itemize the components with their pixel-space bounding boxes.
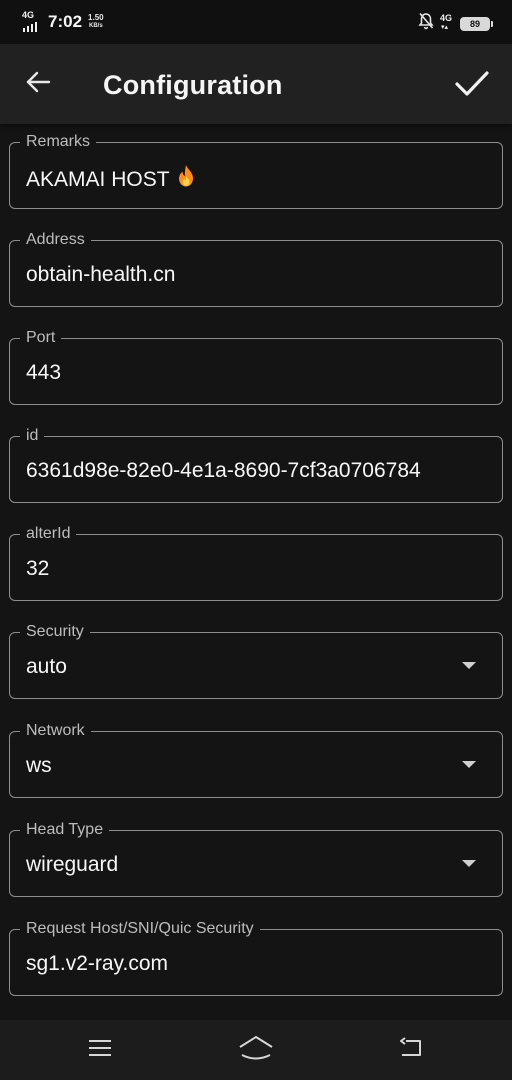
page-title: Configuration xyxy=(103,70,283,100)
network-speed: 1.50 KB/s xyxy=(88,14,104,30)
id-label: id xyxy=(20,427,45,445)
request-host-field[interactable]: Request Host/SNI/Quic Security sg1.v2-ra… xyxy=(9,920,503,996)
alter-id-label: alterId xyxy=(20,525,77,543)
network-speed-value: 1.50 xyxy=(88,13,104,22)
network-type-label: 4G xyxy=(22,10,35,20)
alter-id-input[interactable]: 32 xyxy=(26,556,49,582)
network-select[interactable]: Network ws xyxy=(9,722,503,798)
dropdown-arrow-icon[interactable] xyxy=(462,761,476,768)
port-input[interactable]: 443 xyxy=(26,360,61,386)
id-field[interactable]: id 6361d98e-82e0-4e1a-8690-7cf3a0706784 xyxy=(9,427,503,503)
id-input[interactable]: 6361d98e-82e0-4e1a-8690-7cf3a0706784 xyxy=(26,458,421,484)
head-type-value: wireguard xyxy=(26,853,119,876)
remarks-label: Remarks xyxy=(20,133,97,151)
navigation-bar xyxy=(0,1020,512,1080)
port-field[interactable]: Port 443 xyxy=(9,329,503,405)
system-back-button[interactable] xyxy=(392,1032,432,1068)
back-button[interactable] xyxy=(20,66,56,102)
head-type-select[interactable]: Head Type wireguard xyxy=(9,821,503,897)
back-icon xyxy=(398,1036,426,1064)
remarks-value: AKAMAI HOST xyxy=(26,168,170,191)
request-host-label: Request Host/SNI/Quic Security xyxy=(20,920,260,938)
port-label: Port xyxy=(20,329,62,347)
network-label: Network xyxy=(20,722,91,740)
recent-apps-button[interactable] xyxy=(80,1032,120,1068)
remarks-input[interactable]: AKAMAI HOST xyxy=(26,164,196,195)
arrow-left-icon xyxy=(25,71,51,98)
cellular-signal-icon: 4G xyxy=(22,10,42,32)
check-icon xyxy=(454,70,490,103)
dropdown-arrow-icon[interactable] xyxy=(462,662,476,669)
mobile-data-icon: 4G ▾▴ xyxy=(440,12,453,31)
status-left: 4G 7:02 1.50 KB/s xyxy=(22,10,104,32)
dropdown-arrow-icon[interactable] xyxy=(462,860,476,867)
request-host-input[interactable]: sg1.v2-ray.com xyxy=(26,951,168,977)
head-type-label: Head Type xyxy=(20,821,110,839)
status-right: 4G ▾▴ 89 xyxy=(418,12,493,35)
security-label: Security xyxy=(20,623,90,641)
status-time: 7:02 xyxy=(48,12,83,31)
app-bar: Configuration xyxy=(0,44,512,124)
battery-icon: 89 xyxy=(460,16,493,31)
security-select[interactable]: Security auto xyxy=(9,623,503,699)
bell-off-icon xyxy=(418,12,434,35)
address-field[interactable]: Address obtain-health.cn xyxy=(9,231,503,307)
alter-id-field[interactable]: alterId 32 xyxy=(9,525,503,601)
network-speed-unit: KB/s xyxy=(88,23,103,29)
mobile-data-label: 4G xyxy=(440,12,453,23)
address-label: Address xyxy=(20,231,91,249)
network-value: ws xyxy=(26,754,52,777)
status-bar: 4G 7:02 1.50 KB/s 4G ▾▴ 89 xyxy=(0,0,512,44)
home-icon xyxy=(238,1035,274,1066)
security-value: auto xyxy=(26,655,67,678)
home-button[interactable] xyxy=(236,1032,276,1068)
menu-icon xyxy=(87,1038,113,1063)
remarks-field[interactable]: Remarks AKAMAI HOST xyxy=(9,133,503,209)
save-button[interactable] xyxy=(452,66,492,106)
address-input[interactable]: obtain-health.cn xyxy=(26,262,175,288)
fire-icon xyxy=(176,164,196,195)
battery-level: 89 xyxy=(469,18,480,29)
